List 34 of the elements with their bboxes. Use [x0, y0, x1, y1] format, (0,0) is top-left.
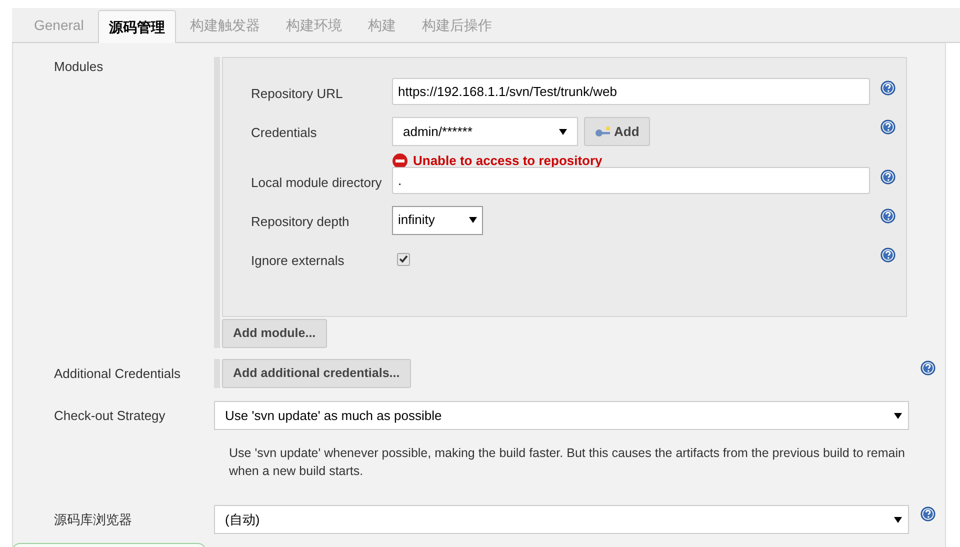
field-label: Repository URL	[251, 85, 344, 103]
credentials-dropdown[interactable]: admin/******	[392, 117, 578, 146]
key-icon	[595, 126, 611, 138]
dropdown-caret-icon	[469, 217, 477, 223]
strategy-dropdown[interactable]: Use 'svn update' as much as possible	[214, 401, 909, 430]
help-icon[interactable]	[880, 208, 896, 224]
field-label: Credentials	[251, 124, 318, 142]
field-label: Local module directory	[251, 174, 383, 192]
dropdown-caret-icon	[894, 516, 902, 522]
help-icon[interactable]	[880, 80, 896, 96]
text-field[interactable]: https://192.168.1.1/svn/Test/trunk/web	[392, 78, 870, 105]
add-button[interactable]: Add	[584, 117, 650, 146]
depth-dropdown[interactable]: infinity	[392, 206, 483, 234]
strategy-description: Use 'svn update' whenever possible, making the build faster. But this causes the artifacts from the previous build to remain when a new build starts.	[229, 445, 906, 480]
dropdown-caret-icon	[894, 412, 902, 418]
section-label: 源码库浏览器	[53, 510, 133, 529]
section-label: Additional Credentials	[53, 364, 182, 383]
text-field[interactable]: .	[392, 166, 870, 194]
field-label: Ignore externals	[251, 252, 346, 270]
section-label: Modules	[53, 58, 104, 76]
help-icon[interactable]	[920, 506, 936, 522]
help-icon[interactable]	[880, 119, 896, 135]
error-icon	[392, 152, 408, 169]
add-module-button[interactable]: Add module...	[222, 319, 327, 348]
add-credentials-button[interactable]: Add additional credentials...	[222, 359, 411, 388]
tab[interactable]: 源码管理	[98, 10, 176, 43]
help-icon[interactable]	[880, 246, 896, 262]
section-label: Check-out Strategy	[53, 406, 166, 425]
help-icon[interactable]	[880, 168, 896, 184]
browser-dropdown[interactable]: (自动)	[214, 505, 909, 534]
help-icon[interactable]	[920, 360, 936, 376]
field-label: Repository depth	[251, 212, 350, 231]
checkbox[interactable]	[397, 252, 410, 266]
dropdown-caret-icon	[559, 128, 567, 134]
